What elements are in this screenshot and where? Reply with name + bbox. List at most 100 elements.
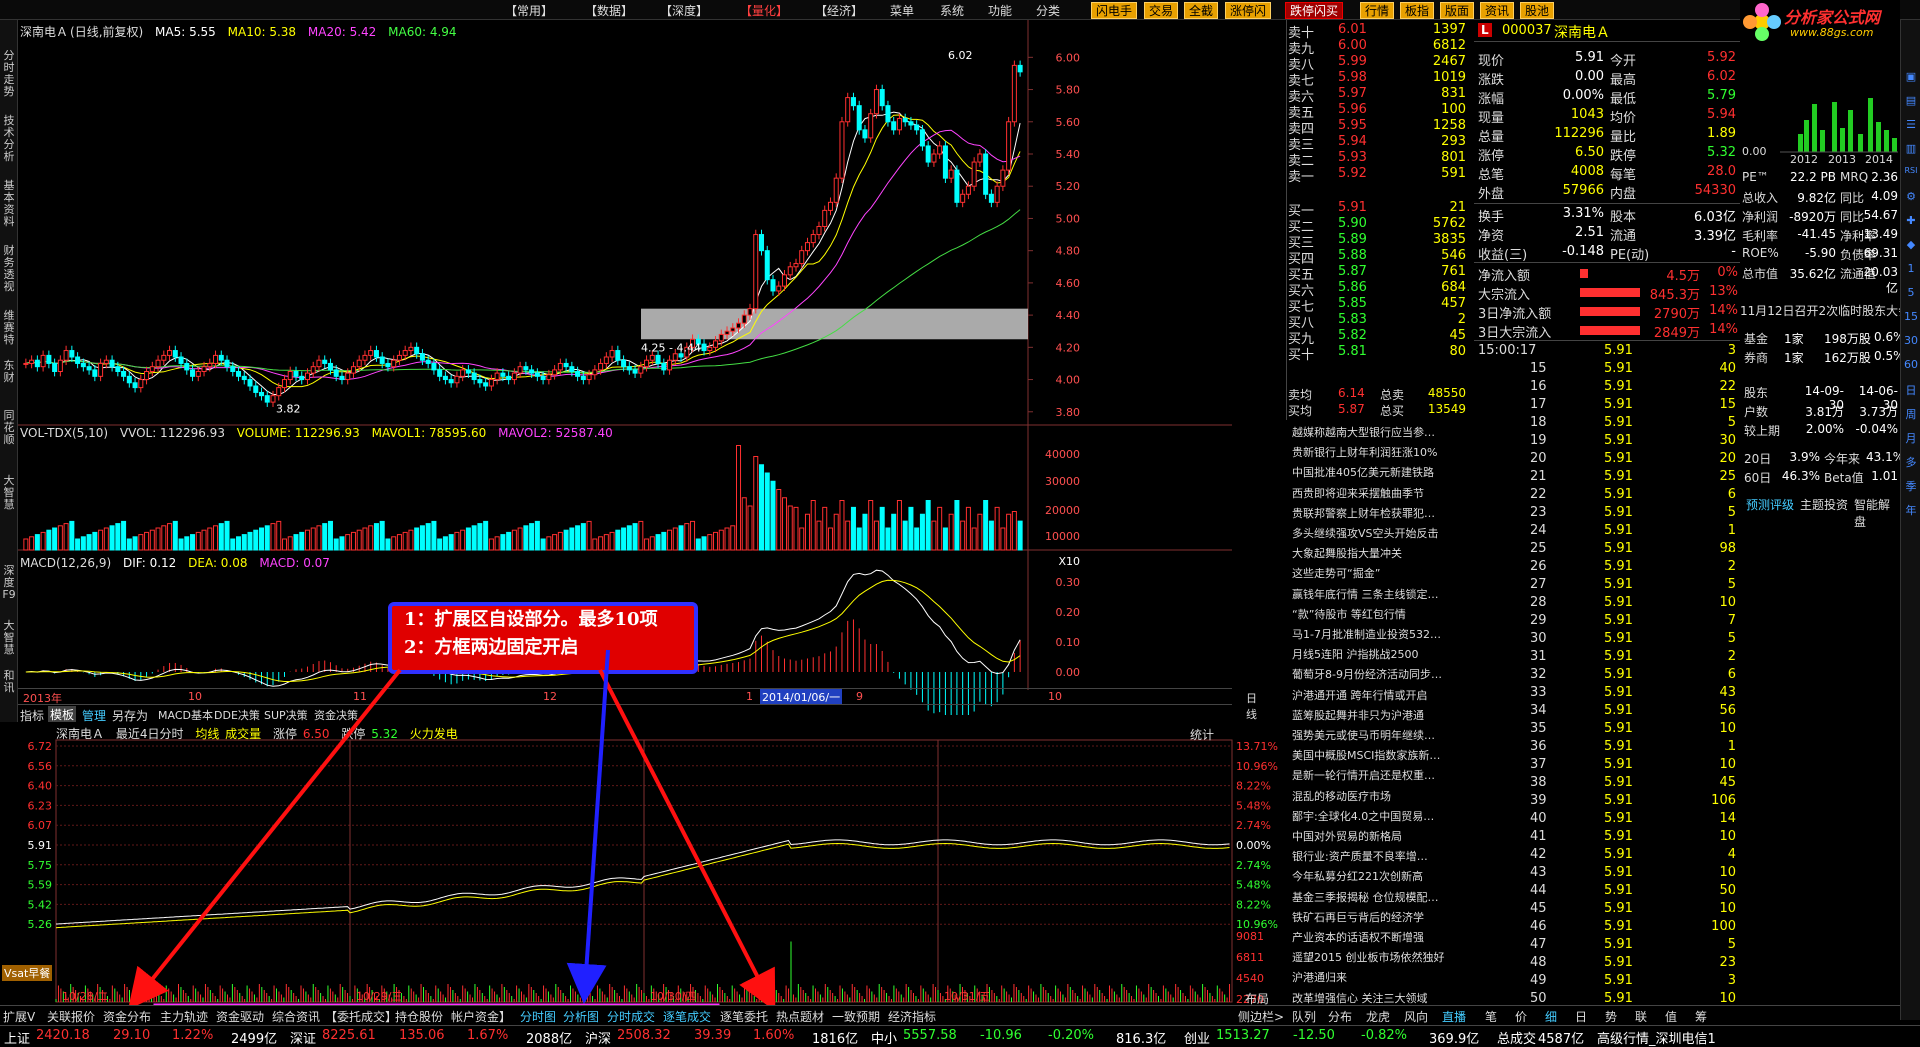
trade-button[interactable]: 交易 (1144, 2, 1179, 19)
menu-system[interactable]: 系统 (940, 2, 964, 19)
toolbar-icon[interactable]: 月 (1903, 430, 1919, 446)
tab-eastmoney[interactable]: 东财 (2, 360, 16, 384)
tab-hot-topics[interactable]: 热点题材 (776, 1008, 824, 1025)
tab-ths[interactable]: 同花顺 (2, 410, 16, 446)
news-item[interactable]: 今年私募分红221次创新高 (1292, 868, 1452, 884)
news-item[interactable]: 葡萄牙8-9月份经济活动同步… (1292, 666, 1452, 682)
tab-news[interactable]: 综合资讯 (272, 1008, 320, 1025)
news-item[interactable]: 是新一轮行情开启还是权重… (1292, 767, 1452, 783)
menu-economy[interactable]: 【经济】 (815, 2, 863, 19)
tab-macd-basic[interactable]: MACD基本 (158, 707, 213, 723)
tab-related-quote[interactable]: 关联报价 (47, 1008, 95, 1025)
tab-consensus[interactable]: 一致预期 (832, 1008, 880, 1025)
news-item[interactable]: 铁矿石再巨亏背后的经济学 (1292, 909, 1452, 925)
toolbar-icon[interactable]: 1 (1903, 262, 1919, 275)
flash-trade-button[interactable]: 闪电手 (1091, 2, 1138, 19)
news-item[interactable]: 美国中概股MSCI指数家族新… (1292, 747, 1452, 763)
news-item[interactable]: 基金三季报揭秘 仓位规模配… (1292, 889, 1452, 905)
news-item[interactable]: “款”待股市 等红包行情 (1292, 606, 1452, 622)
info-link[interactable]: 预测评级 (1746, 496, 1794, 513)
news-item[interactable]: 马1-7月批准制造业投资532… (1292, 626, 1452, 642)
menu-quant[interactable]: 【量化】 (740, 2, 788, 19)
toolbar-icon[interactable]: ▤ (1903, 94, 1919, 107)
toolbar-icon[interactable]: 60 (1903, 358, 1919, 371)
toolbar-icon[interactable]: 15 (1903, 310, 1919, 323)
tab-tick-orders[interactable]: 逐笔委托 (720, 1008, 768, 1025)
toolbar-icon[interactable]: ⚙ (1903, 190, 1919, 203)
tab-fund-drive[interactable]: 资金驱动 (216, 1008, 264, 1025)
layout-button[interactable]: 版面 (1440, 2, 1475, 19)
toolbar-icon[interactable]: ✚ (1903, 214, 1919, 227)
stock-pool-button[interactable]: 股池 (1520, 2, 1555, 19)
tab-template[interactable]: 模板 (48, 706, 77, 723)
info-link[interactable]: 主题投资 (1800, 496, 1848, 513)
toolbar-icon[interactable]: 周 (1903, 406, 1919, 422)
menu-depth[interactable]: 【深度】 (660, 2, 708, 19)
tab-finance[interactable]: 财务透视 (2, 245, 16, 293)
menu-main[interactable]: 菜单 (890, 2, 914, 19)
fullcut-button[interactable]: 全截 (1184, 2, 1219, 19)
news-item[interactable]: 沪港通归来 (1292, 969, 1452, 985)
tab-analysis-chart[interactable]: 分析图 (563, 1008, 599, 1025)
tab-fund-distribution[interactable]: 资金分布 (103, 1008, 151, 1025)
toolbar-icon[interactable]: 5 (1903, 286, 1919, 299)
news-item[interactable]: 贵联邦警察上财年检获罪犯… (1292, 505, 1452, 521)
tab-intraday-chart[interactable]: 分时图 (520, 1008, 556, 1025)
news-item[interactable]: 沪港通开通 跨年行情或开启 (1292, 687, 1452, 703)
tab-dde[interactable]: DDE决策 (214, 707, 260, 723)
news-item[interactable]: 这些走势可“掘金” (1292, 565, 1452, 581)
tab-vsat[interactable]: 维赛特 (2, 310, 16, 346)
news-item[interactable]: 鄙宇:全球化4.0之中国贸易… (1292, 808, 1452, 824)
tab-basics[interactable]: 基本资料 (2, 180, 16, 228)
tab-econ-indicators[interactable]: 经济指标 (888, 1008, 936, 1025)
tab-main-track[interactable]: 主力轨迹 (160, 1008, 208, 1025)
intraday-svg[interactable]: 6.72 13.71%6.56 10.96%6.40 8.22%6.23 5.48%6.… (0, 722, 1280, 1005)
info-link[interactable]: 智能解盘 (1854, 496, 1900, 530)
intraday-chart-area[interactable]: 6.72 13.71% 6.56 10.96% 6.40 8.22% 6.23 5.48% 6.… (0, 722, 1280, 1006)
news-item[interactable]: 改革增强信心 关注三大领域 (1292, 990, 1452, 1006)
tab-dzh2[interactable]: 大智慧 (2, 620, 16, 656)
quotes-button[interactable]: 行情 (1360, 2, 1395, 19)
tab-tick-trades[interactable]: 逐笔成交 (663, 1008, 711, 1025)
news-item[interactable]: 赢钱年底行情 三条主线锁定… (1292, 586, 1452, 602)
tab-sup[interactable]: SUP决策 (264, 707, 308, 723)
news-item[interactable]: 遥望2015 创业板市场依然独好 (1292, 949, 1452, 965)
toolbar-icon[interactable]: ☰ (1903, 118, 1919, 131)
toolbar-icon[interactable]: 多 (1903, 454, 1919, 470)
news-item[interactable]: 越媒称越南大型银行应当参… (1292, 424, 1452, 440)
toolbar-icon[interactable]: 年 (1903, 502, 1919, 518)
tab-extend[interactable]: 扩展V (3, 1008, 35, 1025)
toolbar-icon[interactable]: ▥ (1903, 142, 1919, 155)
menu-category[interactable]: 分类 (1036, 2, 1060, 19)
vsat-breakfast-button[interactable]: Vsat早餐 (2, 965, 53, 981)
news-item[interactable]: 中国对外贸易的新格局 (1292, 828, 1452, 844)
news-item[interactable]: 西贵即将迎来采摆触曲季节 (1292, 485, 1452, 501)
limit-down-flash-button[interactable]: 跌停闪买 (1285, 2, 1344, 19)
tab-intraday-trades[interactable]: 分时成交 (607, 1008, 655, 1025)
menu-common[interactable]: 【常用】 (505, 2, 553, 19)
news-item[interactable]: 蓝筹股起舞并非只为沪港通 (1292, 707, 1452, 723)
limit-up-flash-button[interactable]: 涨停闪 (1225, 2, 1272, 19)
tab-holdings[interactable]: 持仓股份 (395, 1008, 443, 1025)
news-item[interactable]: 贵新银行上财年利润狂涨10% (1292, 444, 1452, 460)
toolbar-icon[interactable]: ◆ (1903, 238, 1919, 251)
tab-dzh[interactable]: 大智慧 (2, 475, 16, 511)
tab-f9[interactable]: 深度F9 (2, 565, 16, 601)
news-item[interactable]: 大象起舞股指大量冲关 (1292, 545, 1452, 561)
stats-button[interactable]: 统计 (1190, 726, 1214, 743)
news-item[interactable]: 混乱的移动医疗市场 (1292, 788, 1452, 804)
toolbar-icon[interactable]: 季 (1903, 478, 1919, 494)
board-index-button[interactable]: 板指 (1400, 2, 1435, 19)
news-item[interactable]: 银行业:资产质量不良率增… (1292, 848, 1452, 864)
tab-hexun[interactable]: 和讯 (2, 670, 16, 694)
toolbar-icon[interactable]: ▣ (1903, 70, 1919, 83)
news-item[interactable]: 中国批准405亿美元新建铁路 (1292, 464, 1452, 480)
tab-order-trade[interactable]: 【委托成交】 (325, 1008, 397, 1025)
tab-technical[interactable]: 技术分析 (2, 115, 16, 163)
announcement[interactable]: 11月12日召开2次临时股东大会 (1740, 302, 1900, 319)
news-item[interactable]: 产业资本的话语权不断增强 (1292, 929, 1452, 945)
news-item[interactable]: 强势美元或使马币明年继续… (1292, 727, 1452, 743)
menu-data[interactable]: 【数据】 (585, 2, 633, 19)
tab-fund[interactable]: 资金决策 (314, 707, 358, 723)
toolbar-icon[interactable]: 30 (1903, 334, 1919, 347)
